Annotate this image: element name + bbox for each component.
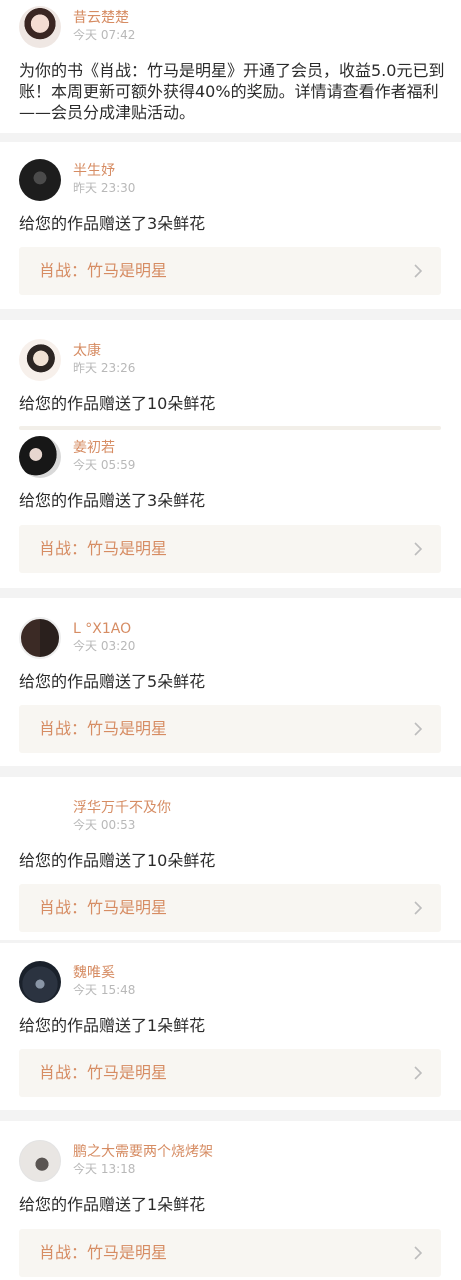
book-title: 肖战：竹马是明星 [39, 539, 168, 558]
message-text: 给您的作品赠送了3朵鲜花 [19, 491, 206, 510]
book-card[interactable]: 肖战：竹马是明星 [19, 884, 441, 932]
username[interactable]: 半生妤 [73, 163, 115, 179]
chevron-right-icon [414, 901, 423, 915]
timestamp: 今天 13:18 [73, 1162, 136, 1176]
message-text: 为你的书《肖战：竹马是明星》开通了会员，收益5.0元已到账！本周更新可额外获得4… [19, 61, 445, 122]
book-title: 肖战：竹马是明星 [39, 1243, 168, 1262]
username[interactable]: 昔云楚楚 [73, 10, 129, 26]
message-text: 给您的作品赠送了10朵鲜花 [19, 851, 216, 870]
timestamp: 今天 07:42 [73, 28, 136, 42]
chevron-right-icon [414, 722, 423, 736]
message-text: 给您的作品赠送了1朵鲜花 [19, 1195, 206, 1214]
username[interactable]: 太康 [73, 343, 101, 359]
timestamp: 今天 00:53 [73, 818, 136, 832]
section-divider [0, 1110, 461, 1121]
book-title: 肖战：竹马是明星 [39, 1063, 168, 1082]
chevron-right-icon [414, 542, 423, 556]
book-card[interactable]: 肖战：竹马是明星 [19, 1049, 441, 1097]
chevron-right-icon [414, 1066, 423, 1080]
username[interactable]: 鹏之大需要两个烧烤架 [73, 1144, 213, 1160]
timestamp: 昨天 23:26 [73, 361, 136, 375]
item-separator [19, 426, 441, 430]
book-card[interactable]: 肖战：竹马是明星 [19, 247, 441, 295]
book-title: 肖战：竹马是明星 [39, 719, 168, 738]
avatar[interactable] [19, 961, 61, 1003]
book-card[interactable]: 肖战：竹马是明星 [19, 705, 441, 753]
username[interactable]: 姜初若 [73, 440, 115, 456]
message-text: 给您的作品赠送了5朵鲜花 [19, 672, 206, 691]
section-divider [0, 133, 461, 142]
timestamp: 昨天 23:30 [73, 181, 136, 195]
book-title: 肖战：竹马是明星 [39, 898, 168, 917]
username[interactable]: 浮华万千不及你 [73, 800, 171, 816]
book-card[interactable]: 肖战：竹马是明星 [19, 525, 441, 573]
section-divider [0, 766, 461, 777]
chevron-right-icon [414, 1246, 423, 1260]
message-text: 给您的作品赠送了1朵鲜花 [19, 1016, 206, 1035]
username[interactable]: L °X1AO [73, 621, 131, 637]
section-divider [0, 940, 461, 943]
message-text: 给您的作品赠送了10朵鲜花 [19, 394, 216, 413]
username[interactable]: 魏唯奚 [73, 965, 115, 981]
avatar[interactable] [19, 436, 61, 478]
message-text: 给您的作品赠送了3朵鲜花 [19, 214, 206, 233]
timestamp: 今天 03:20 [73, 639, 136, 653]
section-divider [0, 588, 461, 598]
timestamp: 今天 05:59 [73, 458, 136, 472]
timestamp: 今天 15:48 [73, 983, 136, 997]
chevron-right-icon [414, 264, 423, 278]
avatar[interactable] [19, 339, 61, 381]
book-title: 肖战：竹马是明星 [39, 261, 168, 280]
avatar[interactable] [19, 159, 61, 201]
section-divider [0, 309, 461, 320]
avatar[interactable] [19, 617, 61, 659]
avatar[interactable] [19, 6, 61, 48]
avatar[interactable] [19, 796, 61, 838]
avatar[interactable] [19, 1140, 61, 1182]
book-card[interactable]: 肖战：竹马是明星 [19, 1229, 441, 1277]
